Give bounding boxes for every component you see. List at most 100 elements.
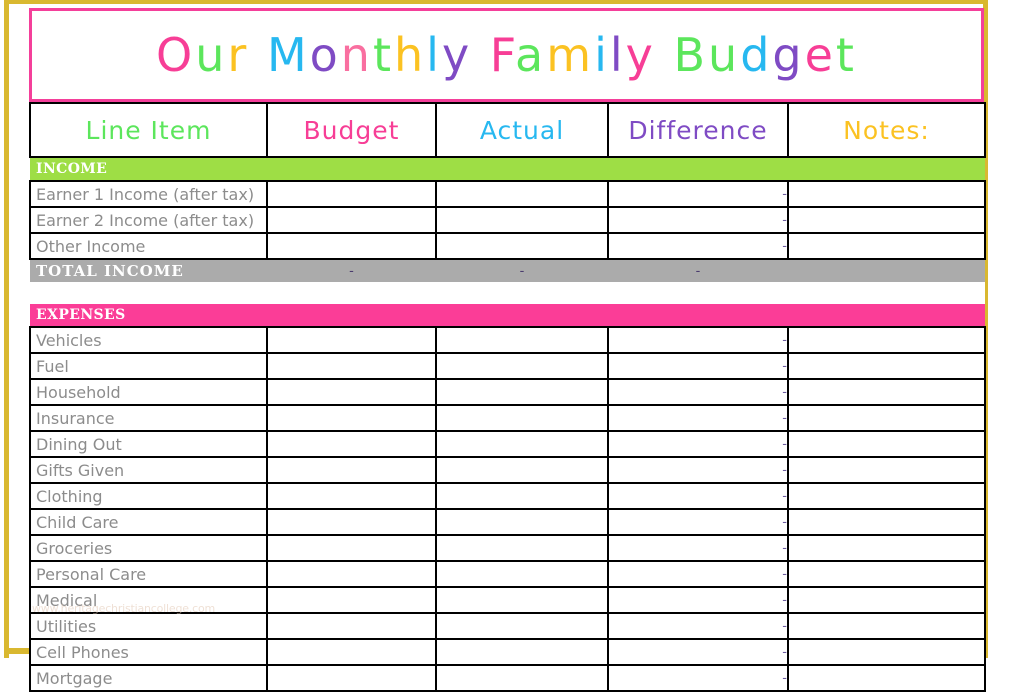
column-header-actual[interactable]: Actual	[435, 102, 609, 158]
table-row[interactable]: Medical -	[29, 586, 986, 614]
notes-cell[interactable]	[787, 638, 986, 666]
notes-cell[interactable]	[787, 326, 986, 354]
difference-cell: -	[607, 456, 789, 484]
line-item-cell[interactable]: Fuel	[29, 352, 268, 380]
line-item-cell[interactable]: Clothing	[29, 482, 268, 510]
table-row[interactable]: Gifts Given -	[29, 456, 986, 484]
actual-cell[interactable]	[435, 456, 609, 484]
budget-cell[interactable]	[266, 206, 437, 234]
line-item-cell[interactable]: Cell Phones	[29, 638, 268, 666]
section-band-fill: INCOME	[30, 158, 985, 180]
table-row[interactable]: Earner 2 Income (after tax) -	[29, 206, 986, 234]
notes-cell[interactable]	[787, 456, 986, 484]
notes-cell[interactable]	[787, 352, 986, 380]
actual-cell[interactable]	[435, 326, 609, 354]
line-item-cell[interactable]: Household	[29, 378, 268, 406]
actual-cell[interactable]	[435, 638, 609, 666]
notes-cell[interactable]	[787, 534, 986, 562]
column-header-budget[interactable]: Budget	[266, 102, 437, 158]
line-item-cell[interactable]: Gifts Given	[29, 456, 268, 484]
notes-cell[interactable]	[787, 508, 986, 536]
line-item-cell[interactable]: Earner 1 Income (after tax)	[29, 180, 268, 208]
budget-cell[interactable]	[266, 326, 437, 354]
table-row[interactable]: Mortgage -	[29, 664, 986, 692]
line-item-cell[interactable]: Dining Out	[29, 430, 268, 458]
table-row[interactable]: Other Income -	[29, 232, 986, 260]
notes-cell[interactable]	[787, 430, 986, 458]
actual-cell[interactable]	[435, 560, 609, 588]
actual-cell[interactable]	[435, 352, 609, 380]
actual-cell[interactable]	[435, 232, 609, 260]
notes-cell[interactable]	[787, 206, 986, 234]
actual-cell[interactable]	[435, 378, 609, 406]
title-letter: m	[546, 28, 595, 82]
budget-cell[interactable]	[266, 232, 437, 260]
actual-cell[interactable]	[435, 508, 609, 536]
budget-cell[interactable]	[266, 664, 437, 692]
line-item-cell[interactable]: Vehicles	[29, 326, 268, 354]
notes-cell[interactable]	[787, 612, 986, 640]
table-row[interactable]: Vehicles -	[29, 326, 986, 354]
column-header-notes[interactable]: Notes:	[787, 102, 986, 158]
title-letter	[472, 28, 490, 82]
title-letter: a	[515, 28, 547, 82]
actual-cell[interactable]	[435, 404, 609, 432]
budget-cell[interactable]	[266, 638, 437, 666]
budget-cell[interactable]	[266, 508, 437, 536]
title-letter: i	[594, 28, 610, 82]
section-band-label: INCOME	[36, 161, 108, 177]
actual-cell[interactable]	[435, 482, 609, 510]
actual-cell[interactable]	[435, 664, 609, 692]
notes-cell[interactable]	[787, 482, 986, 510]
budget-cell[interactable]	[266, 430, 437, 458]
actual-cell[interactable]	[435, 206, 609, 234]
page-title: Our Monthly Family Budget	[156, 32, 857, 78]
table-row[interactable]: Dining Out -	[29, 430, 986, 458]
title-letter: M	[266, 28, 310, 82]
table-row[interactable]: Cell Phones -	[29, 638, 986, 666]
line-item-cell[interactable]: Groceries	[29, 534, 268, 562]
notes-cell[interactable]	[787, 560, 986, 588]
line-item-cell[interactable]: Child Care	[29, 508, 268, 536]
budget-cell[interactable]	[266, 560, 437, 588]
actual-cell[interactable]	[435, 430, 609, 458]
budget-cell[interactable]	[266, 352, 437, 380]
table-row[interactable]: Insurance -	[29, 404, 986, 432]
table-row[interactable]: Fuel -	[29, 352, 986, 380]
budget-cell[interactable]	[266, 612, 437, 640]
notes-cell[interactable]	[787, 232, 986, 260]
notes-cell[interactable]	[787, 180, 986, 208]
budget-cell[interactable]	[266, 404, 437, 432]
line-item-cell[interactable]: Other Income	[29, 232, 268, 260]
actual-cell[interactable]	[435, 612, 609, 640]
line-item-cell[interactable]: Insurance	[29, 404, 268, 432]
table-row[interactable]: Groceries -	[29, 534, 986, 562]
column-header-line_item[interactable]: Line Item	[29, 102, 268, 158]
budget-cell[interactable]	[266, 456, 437, 484]
actual-cell[interactable]	[435, 180, 609, 208]
budget-cell[interactable]	[266, 534, 437, 562]
notes-cell[interactable]	[787, 664, 986, 692]
notes-cell[interactable]	[787, 404, 986, 432]
line-item-cell[interactable]: Personal Care	[29, 560, 268, 588]
table-row[interactable]: Utilities -	[29, 612, 986, 640]
table-row[interactable]: Child Care -	[29, 508, 986, 536]
line-item-cell[interactable]: Mortgage	[29, 664, 268, 692]
notes-cell[interactable]	[787, 378, 986, 406]
column-header-difference[interactable]: Difference	[607, 102, 789, 158]
budget-cell[interactable]	[266, 482, 437, 510]
budget-cell[interactable]	[266, 586, 437, 614]
notes-cell[interactable]	[787, 586, 986, 614]
actual-cell[interactable]	[435, 586, 609, 614]
actual-cell[interactable]	[435, 534, 609, 562]
line-item-cell[interactable]: Utilities	[29, 612, 268, 640]
table-row[interactable]: Personal Care -	[29, 560, 986, 588]
table-row[interactable]: Earner 1 Income (after tax) -	[29, 180, 986, 208]
column-header-label: Notes:	[843, 115, 930, 145]
table-row[interactable]: Clothing -	[29, 482, 986, 510]
budget-cell[interactable]	[266, 378, 437, 406]
line-item-cell[interactable]: Earner 2 Income (after tax)	[29, 206, 268, 234]
line-item-cell[interactable]: Medical	[29, 586, 268, 614]
table-row[interactable]: Household -	[29, 378, 986, 406]
budget-cell[interactable]	[266, 180, 437, 208]
